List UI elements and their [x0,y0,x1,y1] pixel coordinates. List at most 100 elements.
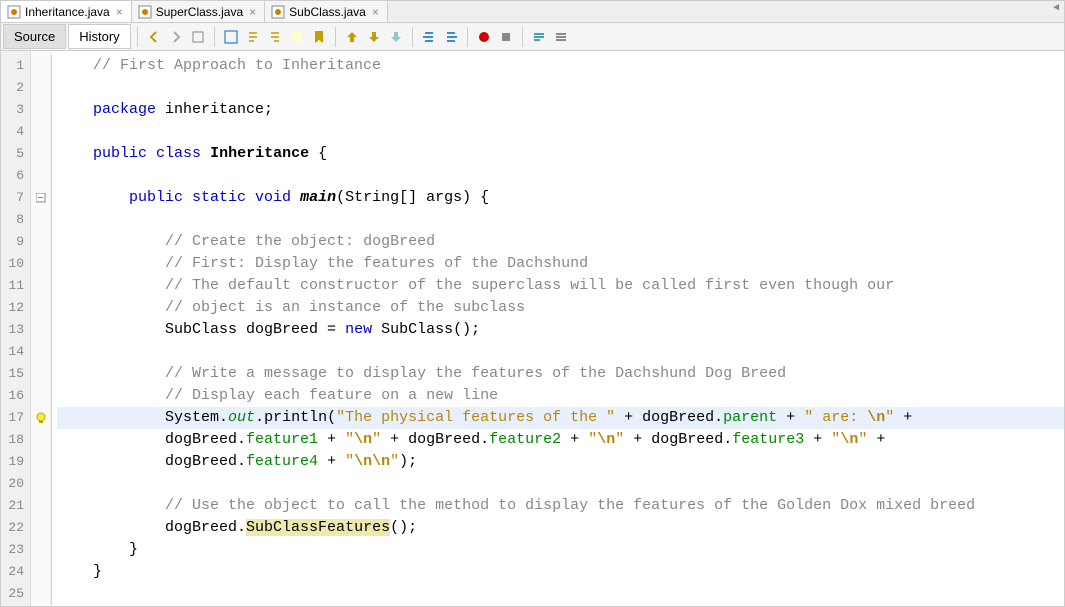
marker-slot [31,473,50,495]
separator [522,27,523,47]
code-line: SubClass dogBreed = new SubClass(); [57,319,1064,341]
marker-slot [31,99,50,121]
stop-macro-icon[interactable] [496,27,516,47]
line-number: 20 [1,473,30,495]
editor-toolbar: Source History [1,23,1064,51]
close-icon[interactable]: × [114,5,125,19]
toggle-highlight-icon[interactable] [287,27,307,47]
marker-slot [31,187,50,209]
fold-minus-icon[interactable] [36,193,46,203]
line-number: 21 [1,495,30,517]
code-line: // Write a message to display the featur… [57,363,1064,385]
find-next-icon[interactable] [265,27,285,47]
history-view-tab[interactable]: History [68,24,130,49]
code-line [57,77,1064,99]
tab-label: Inheritance.java [25,5,110,19]
code-line: package inheritance; [57,99,1064,121]
line-number: 17 [1,407,30,429]
marker-slot [31,253,50,275]
code-line: // object is an instance of the subclass [57,297,1064,319]
close-icon[interactable]: × [247,5,258,19]
code-line: // First Approach to Inheritance [57,55,1064,77]
marker-slot [31,297,50,319]
code-line: } [57,561,1064,583]
separator [412,27,413,47]
next-error-icon[interactable] [386,27,406,47]
shift-left-icon[interactable] [419,27,439,47]
marker-slot [31,539,50,561]
line-number: 16 [1,385,30,407]
line-number: 9 [1,231,30,253]
marker-slot [31,55,50,77]
scroll-left-icon[interactable]: ◄ [1051,2,1061,13]
marker-slot [31,407,50,429]
tab-label: SuperClass.java [156,5,243,19]
code-line: public static void main(String[] args) { [57,187,1064,209]
toggle-bookmark-icon[interactable] [309,27,329,47]
uncomment-icon[interactable] [551,27,571,47]
next-bookmark-icon[interactable] [364,27,384,47]
code-line: dogBreed.feature1 + "\n" + dogBreed.feat… [57,429,1064,451]
java-file-icon [7,5,21,19]
marker-column [31,51,51,606]
code-line [57,209,1064,231]
fold-guide [51,55,52,605]
code-line: } [57,539,1064,561]
code-content[interactable]: // First Approach to Inheritance package… [51,51,1064,606]
line-number: 18 [1,429,30,451]
code-line [57,583,1064,605]
java-file-icon [271,5,285,19]
line-number: 7 [1,187,30,209]
nav-forward-icon[interactable] [166,27,186,47]
comment-icon[interactable] [529,27,549,47]
line-number: 5 [1,143,30,165]
code-line: dogBreed.SubClassFeatures(); [57,517,1064,539]
nav-back-icon[interactable] [144,27,164,47]
code-line [57,165,1064,187]
code-line: // Display each feature on a new line [57,385,1064,407]
code-line: // Create the object: dogBreed [57,231,1064,253]
separator [137,27,138,47]
marker-slot [31,451,50,473]
tab-superclass[interactable]: SuperClass.java × [132,1,265,22]
last-edit-icon[interactable] [188,27,208,47]
code-line: dogBreed.feature4 + "\n\n"); [57,451,1064,473]
source-view-tab[interactable]: Source [3,24,66,49]
find-prev-icon[interactable] [243,27,263,47]
lightbulb-hint-icon[interactable] [35,412,47,424]
tab-inheritance[interactable]: Inheritance.java × [1,1,132,22]
line-number: 8 [1,209,30,231]
marker-slot [31,517,50,539]
shift-right-icon[interactable] [441,27,461,47]
line-number: 19 [1,451,30,473]
find-selection-icon[interactable] [221,27,241,47]
marker-slot [31,429,50,451]
marker-slot [31,385,50,407]
separator [467,27,468,47]
tab-label: SubClass.java [289,5,366,19]
code-line-highlighted: System.out.println("The physical feature… [57,407,1064,429]
code-line [57,121,1064,143]
separator [214,27,215,47]
code-line [57,341,1064,363]
marker-slot [31,363,50,385]
line-number-gutter: 1234567891011121314151617181920212223242… [1,51,31,606]
marker-slot [31,121,50,143]
marker-slot [31,319,50,341]
marker-slot [31,143,50,165]
line-number: 23 [1,539,30,561]
line-number: 1 [1,55,30,77]
code-line: public class Inheritance { [57,143,1064,165]
line-number: 22 [1,517,30,539]
close-icon[interactable]: × [370,5,381,19]
marker-slot [31,341,50,363]
marker-slot [31,561,50,583]
line-number: 10 [1,253,30,275]
line-number: 15 [1,363,30,385]
code-editor[interactable]: 1234567891011121314151617181920212223242… [1,51,1064,606]
line-number: 25 [1,583,30,605]
code-line: // First: Display the features of the Da… [57,253,1064,275]
tab-subclass[interactable]: SubClass.java × [265,1,388,22]
start-macro-icon[interactable] [474,27,494,47]
prev-bookmark-icon[interactable] [342,27,362,47]
